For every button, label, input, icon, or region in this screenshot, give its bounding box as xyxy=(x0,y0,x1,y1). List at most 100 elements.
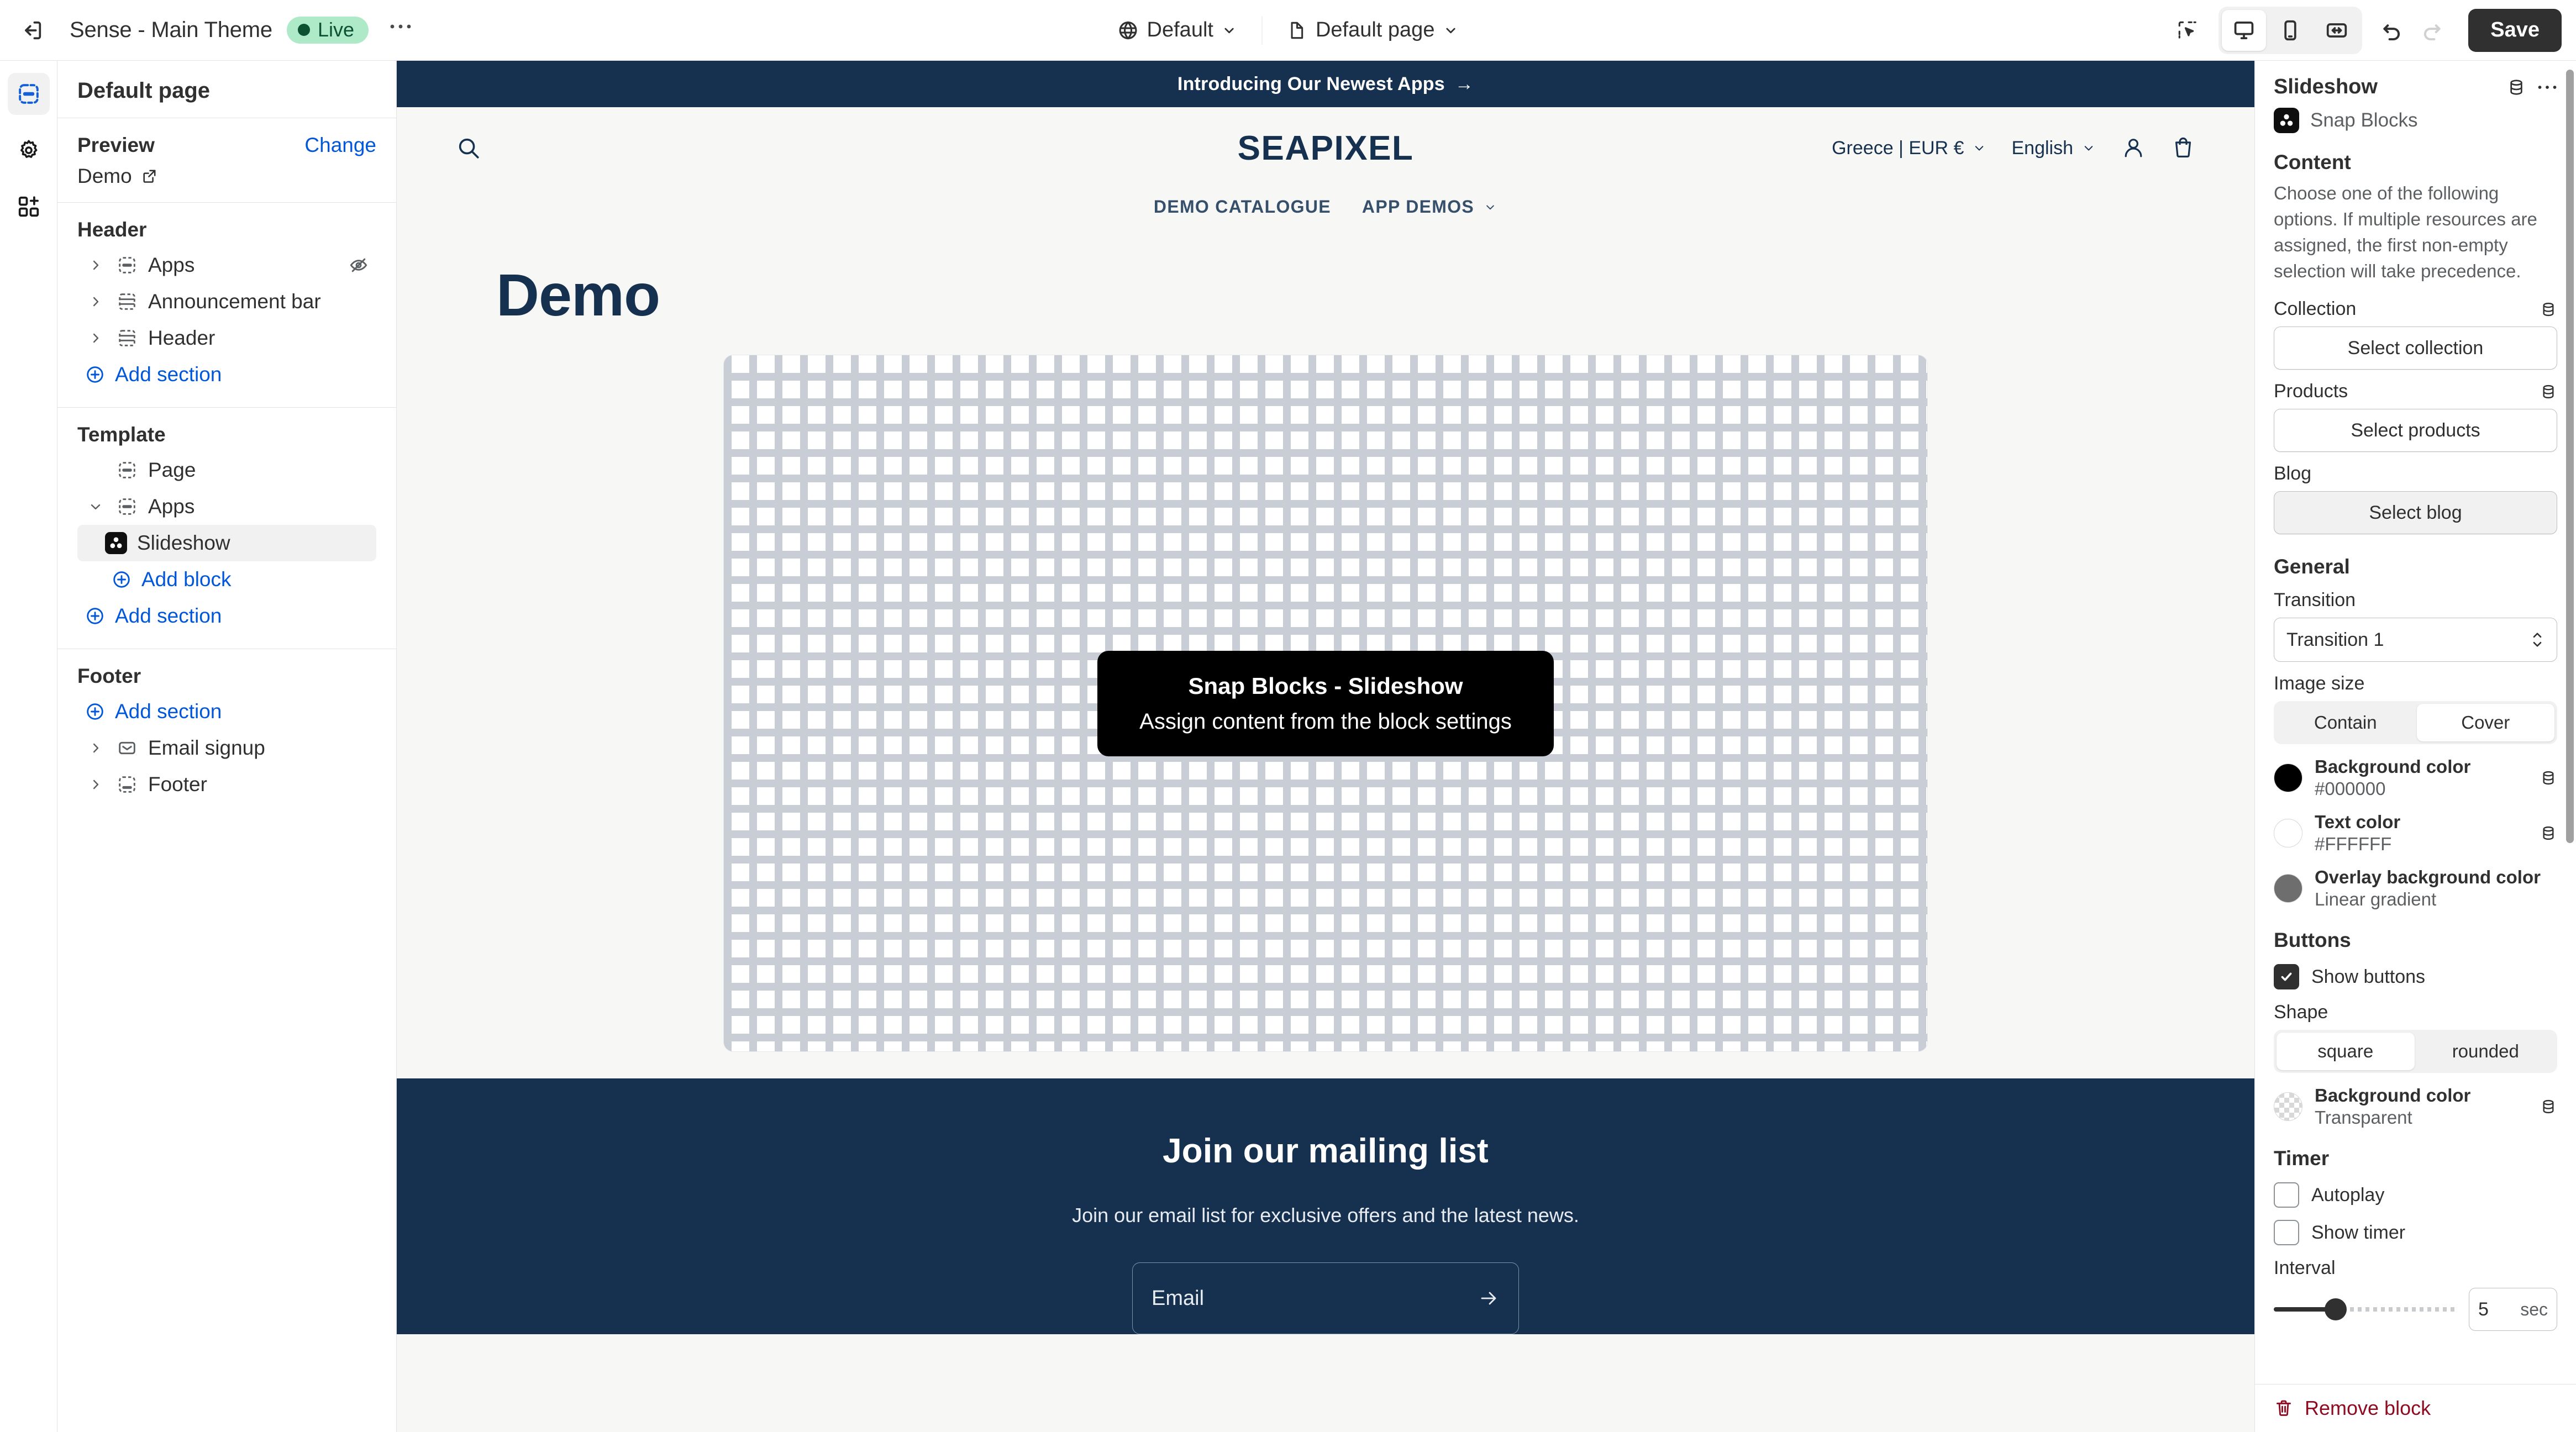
dynamic-source-icon[interactable] xyxy=(2540,769,2557,787)
add-section-footer-button[interactable]: Add section xyxy=(77,693,376,730)
add-block-button[interactable]: Add block xyxy=(77,561,376,598)
undo-icon[interactable] xyxy=(2374,13,2410,48)
add-section-template-button[interactable]: Add section xyxy=(77,598,376,634)
show-buttons-checkbox[interactable] xyxy=(2274,964,2299,990)
transition-select[interactable]: Transition 1 xyxy=(2274,618,2557,662)
chevron-right-icon[interactable] xyxy=(85,331,106,345)
show-timer-checkbox[interactable] xyxy=(2274,1220,2299,1246)
interval-value: 5 xyxy=(2478,1298,2489,1320)
shape-label: Shape xyxy=(2274,1002,2328,1023)
slideshow-placeholder[interactable]: Snap Blocks - Slideshow Assign content f… xyxy=(723,355,1928,1052)
change-preview-link[interactable]: Change xyxy=(304,134,376,157)
chevron-right-icon[interactable] xyxy=(85,741,106,755)
sidebar-item-page[interactable]: Page xyxy=(77,452,376,488)
trash-icon xyxy=(2274,1398,2294,1418)
dynamic-source-icon[interactable] xyxy=(2540,383,2557,401)
add-section-label: Add section xyxy=(115,363,222,386)
device-desktop-button[interactable] xyxy=(2222,9,2267,51)
image-size-cover-button[interactable]: Cover xyxy=(2416,704,2554,742)
color-swatch[interactable] xyxy=(2274,764,2302,793)
sidebar-item-announcement-bar[interactable]: Announcement bar xyxy=(77,283,376,320)
rail-apps-add-icon[interactable] xyxy=(8,186,50,228)
color-name: Background color xyxy=(2315,1085,2471,1106)
slider-track-rest xyxy=(2350,1307,2454,1312)
show-timer-label: Show timer xyxy=(2311,1222,2406,1243)
chevron-right-icon[interactable] xyxy=(85,777,106,792)
cart-icon[interactable] xyxy=(2170,135,2196,161)
sidebar-item-template-apps[interactable]: Apps xyxy=(77,488,376,525)
more-actions-icon[interactable] xyxy=(2537,83,2557,91)
chevron-right-icon[interactable] xyxy=(85,258,106,272)
image-size-contain-button[interactable]: Contain xyxy=(2277,704,2415,741)
autoplay-row[interactable]: Autoplay xyxy=(2274,1182,2557,1208)
sidebar-item-email-signup[interactable]: Email signup xyxy=(77,730,376,766)
chevron-down-icon xyxy=(1442,22,1459,39)
dynamic-source-icon[interactable] xyxy=(2540,1098,2557,1115)
select-blog-button[interactable]: Select blog xyxy=(2274,491,2557,535)
page-selector[interactable]: Default page xyxy=(1278,13,1468,48)
select-pointer-icon[interactable] xyxy=(2170,13,2205,48)
announcement-bar[interactable]: Introducing Our Newest Apps → xyxy=(397,61,2254,107)
select-collection-button[interactable]: Select collection xyxy=(2274,327,2557,370)
color-value: #FFFFFF xyxy=(2315,834,2392,855)
preview-value-row[interactable]: Demo xyxy=(77,165,376,188)
arrow-right-icon[interactable] xyxy=(1478,1287,1500,1309)
rail-sections-icon[interactable] xyxy=(7,73,50,115)
slider-knob[interactable] xyxy=(2325,1298,2347,1321)
sidebar-item-header[interactable]: Header xyxy=(77,320,376,356)
sections-sidebar[interactable]: Default page Preview Change Demo Header … xyxy=(57,61,397,1432)
email-input[interactable]: Email xyxy=(1132,1262,1519,1334)
locale-selector[interactable]: Default xyxy=(1108,13,1247,48)
add-section-header-button[interactable]: Add section xyxy=(77,356,376,393)
interval-number-input[interactable]: 5 sec xyxy=(2469,1288,2557,1331)
color-swatch[interactable] xyxy=(2274,819,2302,848)
account-icon[interactable] xyxy=(2121,135,2146,161)
select-products-button[interactable]: Select products xyxy=(2274,409,2557,452)
shape-rounded-button[interactable]: rounded xyxy=(2417,1033,2555,1070)
exit-icon[interactable] xyxy=(14,13,50,48)
search-icon[interactable] xyxy=(455,135,482,161)
inspector-scroll-area[interactable]: Slideshow Snap Blocks Content Choose one… xyxy=(2255,61,2576,1384)
device-fullwidth-button[interactable] xyxy=(2315,10,2359,51)
background-color-row[interactable]: Background color #000000 xyxy=(2274,756,2557,799)
nav-app-demos[interactable]: APP DEMOS xyxy=(1362,197,1497,217)
interval-slider[interactable] xyxy=(2274,1297,2454,1322)
transition-label-row: Transition xyxy=(2274,589,2557,611)
sidebar-item-footer[interactable]: Footer xyxy=(77,766,376,803)
show-buttons-row[interactable]: Show buttons xyxy=(2274,964,2557,990)
store-logo[interactable]: SEAPIXEL xyxy=(1238,129,1414,168)
chevron-down-icon[interactable] xyxy=(85,499,106,514)
save-button[interactable]: Save xyxy=(2468,8,2562,52)
slideshow-section: Snap Blocks - Slideshow Assign content f… xyxy=(397,329,2254,1052)
live-dot xyxy=(297,24,310,36)
theme-more-actions-button[interactable] xyxy=(383,13,418,48)
dynamic-source-icon[interactable] xyxy=(2540,301,2557,318)
shape-label-row: Shape xyxy=(2274,1002,2557,1023)
color-swatch[interactable] xyxy=(2274,874,2302,903)
dynamic-source-icon[interactable] xyxy=(2506,77,2526,97)
button-background-color-row[interactable]: Background color Transparent xyxy=(2274,1085,2557,1128)
remove-block-button[interactable]: Remove block xyxy=(2255,1384,2576,1432)
sidebar-item-label: Slideshow xyxy=(137,531,230,554)
rail-theme-settings-gear-icon[interactable] xyxy=(8,129,50,171)
sidebar-item-header-apps[interactable]: Apps xyxy=(77,247,376,283)
sidebar-item-slideshow[interactable]: Slideshow xyxy=(77,525,376,561)
dynamic-source-icon[interactable] xyxy=(2540,824,2557,842)
shape-square-button[interactable]: square xyxy=(2277,1033,2415,1071)
email-signup-section[interactable]: Join our mailing list Join our email lis… xyxy=(397,1078,2254,1334)
overlay-background-color-row[interactable]: Overlay background color Linear gradient xyxy=(2274,867,2557,910)
text-color-row[interactable]: Text color #FFFFFF xyxy=(2274,812,2557,855)
toolbar-divider xyxy=(1261,15,1263,45)
language-selector[interactable]: English xyxy=(2011,138,2096,159)
apps-section-icon xyxy=(115,255,139,275)
color-swatch[interactable] xyxy=(2274,1092,2302,1122)
device-mobile-button[interactable] xyxy=(2268,10,2312,51)
autoplay-checkbox[interactable] xyxy=(2274,1182,2299,1208)
hidden-eye-icon[interactable] xyxy=(349,255,369,275)
country-currency-selector[interactable]: Greece | EUR € xyxy=(1832,138,1987,159)
show-timer-row[interactable]: Show timer xyxy=(2274,1220,2557,1246)
chevron-right-icon[interactable] xyxy=(85,294,106,309)
top-bar-left: Sense - Main Theme Live xyxy=(14,13,418,48)
nav-demo-catalogue[interactable]: DEMO CATALOGUE xyxy=(1154,197,1331,217)
globe-icon xyxy=(1117,19,1139,41)
